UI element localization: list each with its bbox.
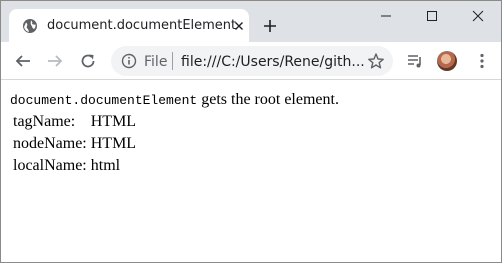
window-close-button[interactable] <box>455 1 501 31</box>
row-label: tagName: <box>13 113 76 130</box>
back-arrow-icon[interactable] <box>14 52 32 70</box>
row-value: HTML <box>90 135 137 152</box>
intro-line: document.documentElement gets the root e… <box>10 91 339 110</box>
address-bar[interactable]: File file:///C:/Users/Rene/gith... <box>111 46 393 76</box>
table-row: tagName: HTML <box>12 112 137 132</box>
row-label: localName: <box>13 157 87 174</box>
globe-icon <box>23 19 37 33</box>
properties-table: tagName: HTML nodeName: HTML localName: … <box>10 110 139 178</box>
url-scheme-label: File <box>144 54 168 70</box>
avatar[interactable] <box>437 51 457 71</box>
close-icon <box>472 10 484 22</box>
close-icon[interactable] <box>231 18 247 34</box>
row-label: nodeName: <box>13 135 87 152</box>
minimize-icon <box>381 15 391 17</box>
page-content: document.documentElement gets the root e… <box>10 91 339 178</box>
tab-title: document.documentElement <box>47 18 237 33</box>
minimize-button[interactable] <box>363 1 409 31</box>
divider <box>172 52 173 70</box>
title-bar: document.documentElement <box>1 1 501 42</box>
url-text[interactable]: file:///C:/Users/Rene/gith... <box>181 54 365 70</box>
browser-tab[interactable]: document.documentElement <box>9 9 249 42</box>
new-tab-icon[interactable] <box>262 18 278 34</box>
intro-text: gets the root element. <box>197 91 339 108</box>
row-value: html <box>90 157 121 174</box>
media-control-icon[interactable] <box>406 52 424 70</box>
table-row: localName: html <box>12 156 137 176</box>
table-row: nodeName: HTML <box>12 134 137 154</box>
info-icon[interactable] <box>121 53 137 69</box>
maximize-icon <box>427 11 437 21</box>
forward-arrow-icon[interactable] <box>46 52 64 70</box>
star-icon[interactable] <box>367 52 385 70</box>
row-value: HTML <box>90 113 137 130</box>
more-menu-icon[interactable] <box>473 52 491 70</box>
toolbar: File file:///C:/Users/Rene/gith... <box>1 42 501 80</box>
intro-code: document.documentElement <box>10 93 198 108</box>
reload-icon[interactable] <box>79 52 97 70</box>
browser-window: document.documentElement File file:///C:… <box>0 0 502 263</box>
maximize-button[interactable] <box>409 1 455 31</box>
